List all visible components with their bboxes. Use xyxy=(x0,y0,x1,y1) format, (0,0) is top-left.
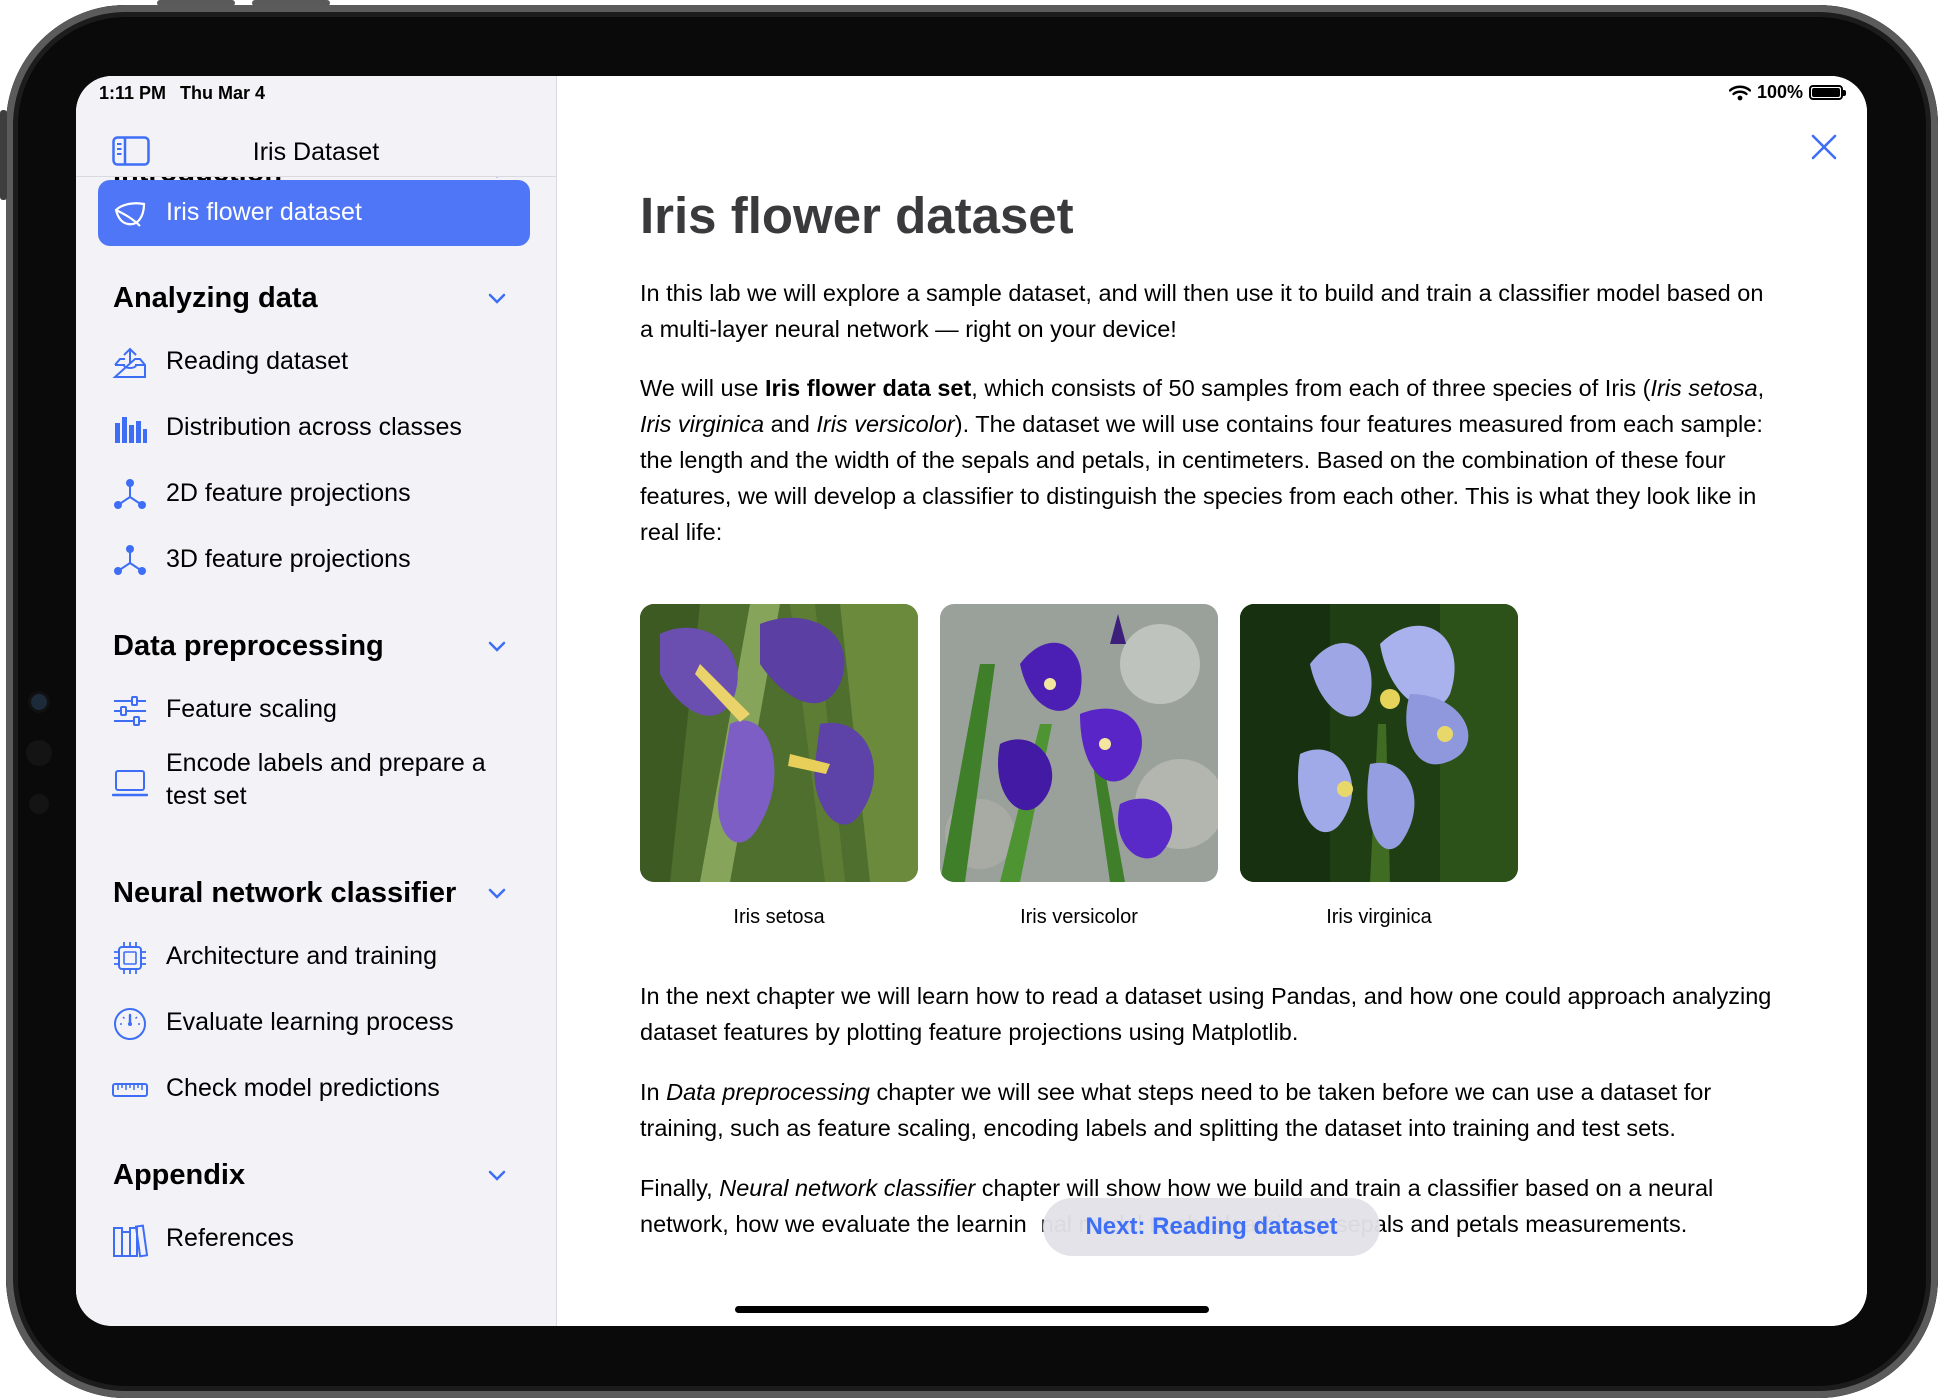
sidebar-item-reading-dataset[interactable]: Reading dataset xyxy=(98,329,530,395)
sidebar-item-label: 2D feature projections xyxy=(166,479,411,507)
section-header-appendix[interactable]: Appendix xyxy=(113,1159,513,1192)
sidebar-item-check-model-predictions[interactable]: Check model predictions xyxy=(98,1056,530,1122)
sidebar-item-feature-scaling[interactable]: Feature scaling xyxy=(98,677,530,743)
paragraph-dataset: We will use Iris flower data set, which … xyxy=(640,375,1765,545)
wifi-icon xyxy=(1728,85,1751,100)
battery-icon xyxy=(1809,85,1846,100)
point-topology-icon xyxy=(114,545,146,575)
sidebar-item-label: Iris flower dataset xyxy=(166,198,362,226)
status-indicators: 100% xyxy=(1728,82,1846,103)
next-reading-dataset-button[interactable]: Next: Reading dataset xyxy=(1043,1198,1380,1256)
sidebar-item-label: Evaluate learning process xyxy=(166,1008,454,1036)
books-icon xyxy=(113,1224,148,1258)
paragraph-preprocessing: In Data preprocessing chapter we will se… xyxy=(640,1079,1712,1141)
sidebar-item-label: Check model predictions xyxy=(166,1074,440,1102)
leaf-icon xyxy=(114,202,146,227)
figure-caption: Iris versicolor xyxy=(1020,906,1138,928)
close-icon[interactable] xyxy=(1809,132,1839,162)
iris-setosa-photo xyxy=(640,604,918,882)
bar-chart-icon xyxy=(115,417,147,443)
home-indicator[interactable] xyxy=(735,1306,1209,1313)
sidebar-item-architecture-and-training[interactable]: Architecture and training xyxy=(98,924,530,990)
sidebar-item-iris-flower-dataset[interactable]: Iris flower dataset xyxy=(98,180,530,246)
sidebar-item-label: Reading dataset xyxy=(166,347,349,375)
side-button xyxy=(0,110,7,200)
figure-caption: Iris setosa xyxy=(733,906,825,928)
sidebar-item-encode-labels[interactable]: Encode labels and prepare a test set xyxy=(98,743,530,825)
camera-icon xyxy=(31,694,47,710)
cpu-icon xyxy=(114,942,146,974)
sidebar-item-2d-feature-projections[interactable]: 2D feature projections xyxy=(98,461,530,527)
sensor-icon xyxy=(29,794,49,814)
paragraph-next-chapter: In the next chapter we will learn how to… xyxy=(640,983,1772,1045)
paragraph-intro: In this lab we will explore a sample dat… xyxy=(640,280,1764,342)
sidebar-item-distribution-across-classes[interactable]: Distribution across classes xyxy=(98,395,530,461)
figure-iris-versicolor: Iris versicolor xyxy=(940,604,1218,929)
article: Iris flower dataset In this lab we will … xyxy=(640,186,1780,550)
top-button xyxy=(252,0,330,6)
battery-percent: 100% xyxy=(1756,82,1803,102)
sidebar-title: Iris Dataset xyxy=(252,138,380,166)
sidebar-item-3d-feature-projections[interactable]: 3D feature projections xyxy=(98,527,530,593)
section-header-data-preprocessing[interactable]: Data preprocessing xyxy=(113,630,513,663)
iris-virginica-photo xyxy=(1240,604,1518,882)
tray-upload-icon xyxy=(112,347,146,378)
section-title: Analyzing data xyxy=(113,282,318,314)
sidebar-item-references[interactable]: References xyxy=(98,1206,530,1272)
sidebar-item-label: 3D feature projections xyxy=(166,545,411,573)
sidebar-list[interactable]: Introduction Iris flower dataset Analyzi… xyxy=(76,176,556,1326)
sidebar-item-label: Distribution across classes xyxy=(166,413,462,441)
figure-caption: Iris virginica xyxy=(1326,906,1432,928)
sidebar: 1:11 PM Thu Mar 4 Iris Dataset Introduct… xyxy=(76,76,557,1326)
laptop-icon xyxy=(112,770,148,797)
sidebar-item-label: Architecture and training xyxy=(166,942,437,970)
section-title: Data preprocessing xyxy=(113,630,384,662)
status-time: 1:11 PM xyxy=(99,83,167,103)
sidebar-item-label: References xyxy=(166,1224,294,1252)
gauge-icon xyxy=(114,1008,146,1040)
page-title: Iris flower dataset xyxy=(640,187,1074,244)
section-header-neural-network-classifier[interactable]: Neural network classifier xyxy=(113,877,513,910)
top-button xyxy=(157,0,235,6)
chevron-down-icon[interactable] xyxy=(487,1167,507,1183)
iris-versicolor-photo xyxy=(940,604,1218,882)
figure-iris-virginica: Iris virginica xyxy=(1240,604,1518,929)
screen: 1:11 PM Thu Mar 4 Iris Dataset Introduct… xyxy=(76,76,1867,1326)
sidebar-item-label: Encode labels and prepare a test set xyxy=(166,749,486,810)
status-date: Thu Mar 4 xyxy=(180,83,266,103)
section-title: Neural network classifier xyxy=(113,877,457,909)
chevron-down-icon[interactable] xyxy=(487,638,507,654)
ruler-icon xyxy=(112,1083,148,1097)
figure-iris-setosa: Iris setosa xyxy=(640,604,918,929)
chevron-down-icon[interactable] xyxy=(487,290,507,306)
section-title: Appendix xyxy=(113,1159,246,1191)
chevron-down-icon[interactable] xyxy=(487,885,507,901)
section-header-analyzing-data[interactable]: Analyzing data xyxy=(113,282,513,315)
point-topology-icon xyxy=(114,479,146,509)
sidebar-header: Iris Dataset xyxy=(76,126,556,177)
figures-row: Iris setosa Iris versicolor Iris virgini… xyxy=(640,604,1518,929)
sidebar-item-label: Feature scaling xyxy=(166,695,337,723)
main-content[interactable]: 100% Iris flower dataset In this lab we … xyxy=(557,76,1867,1326)
sidebar-item-evaluate-learning-process[interactable]: Evaluate learning process xyxy=(98,990,530,1056)
sensor-icon xyxy=(26,740,52,766)
sliders-icon xyxy=(114,696,146,726)
